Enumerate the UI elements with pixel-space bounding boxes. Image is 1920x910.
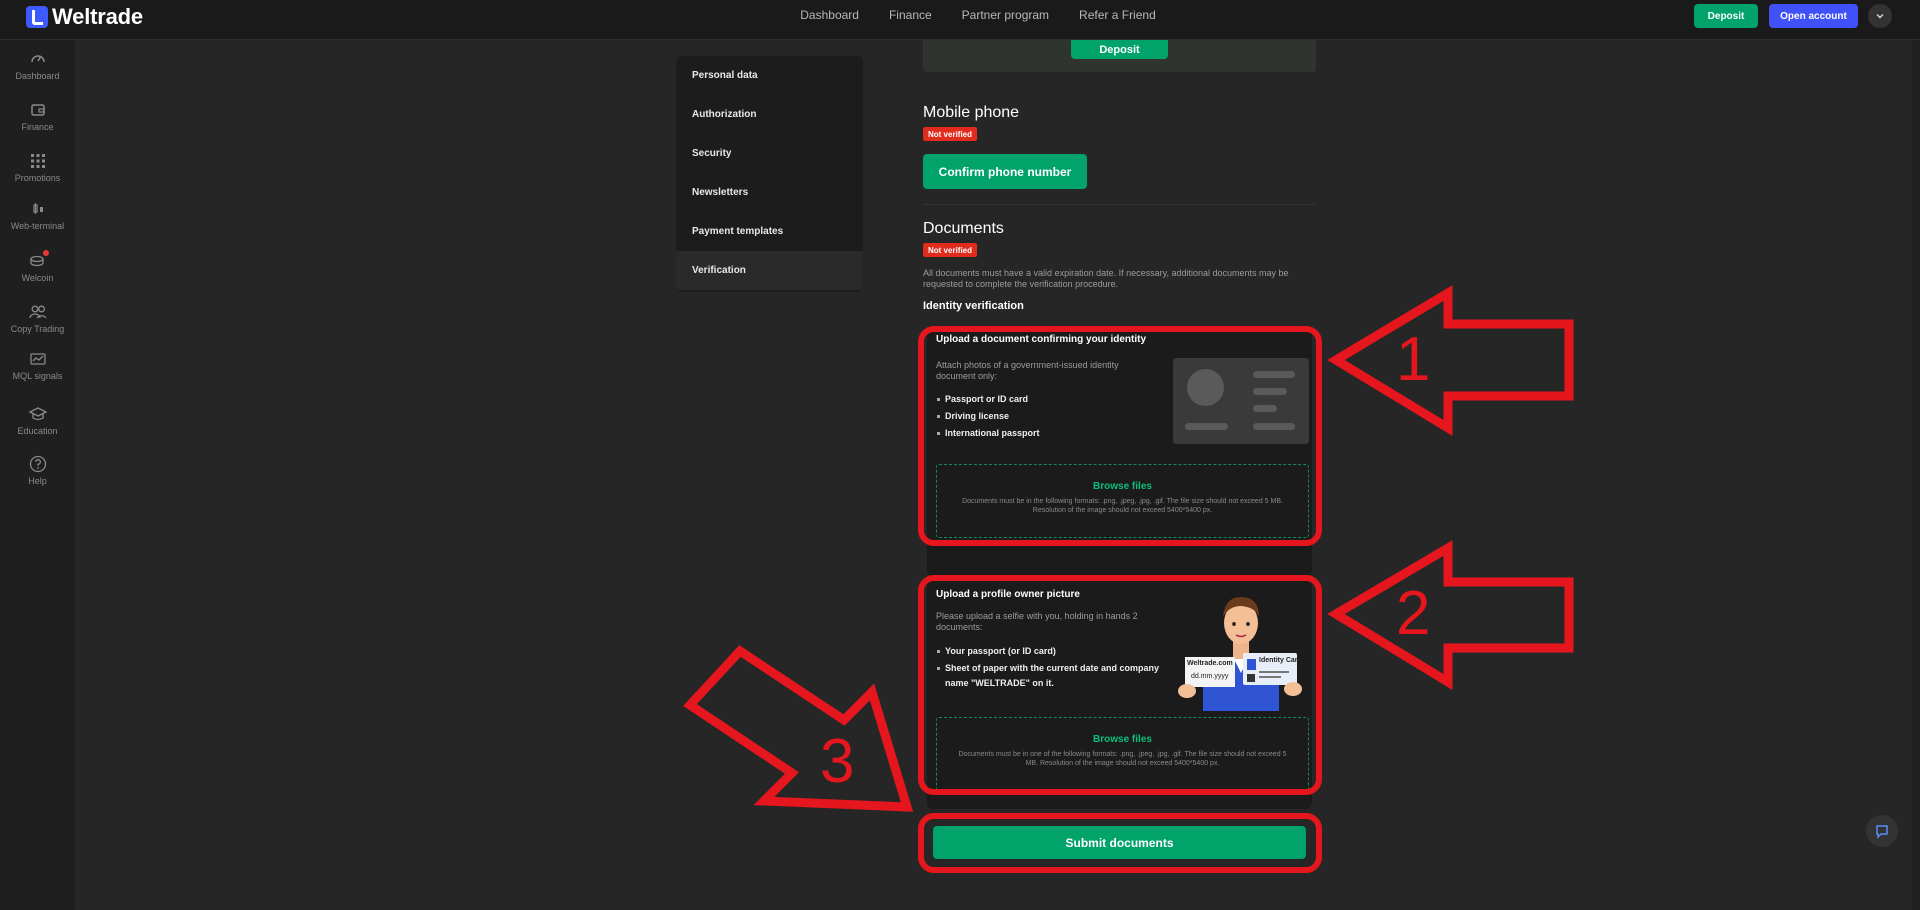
- chat-icon: [1876, 825, 1888, 839]
- mobile-phone-title: Mobile phone: [923, 104, 1020, 121]
- identity-document-list: Passport or ID card Driving license Inte…: [936, 392, 1166, 441]
- identity-verification-title: Identity verification: [923, 300, 1024, 312]
- list-item: International passport: [936, 426, 1166, 441]
- topnav-refer-a-friend[interactable]: Refer a Friend: [1079, 8, 1156, 22]
- notification-dot: [42, 250, 49, 256]
- sidebar-item-dashboard[interactable]: Dashboard: [0, 50, 75, 81]
- paper-sheet-date: dd.mm.yyyy: [1191, 673, 1229, 680]
- graduation-icon: [28, 405, 47, 423]
- dashboard-icon: [29, 50, 47, 68]
- identity-card-title: Upload a document confirming your identi…: [936, 334, 1147, 345]
- file-formats-note: Documents must be in one of the followin…: [958, 751, 1287, 767]
- topnav-dashboard[interactable]: Dashboard: [800, 8, 859, 22]
- menu-item-verification[interactable]: Verification: [676, 251, 863, 290]
- sidebar-item-label: Welcoin: [21, 273, 54, 283]
- browse-files-link[interactable]: Browse files: [1093, 481, 1152, 492]
- topnav-finance[interactable]: Finance: [889, 8, 932, 22]
- sidebar-item-label: Dashboard: [15, 71, 60, 81]
- chevron-down-icon: [1876, 14, 1884, 19]
- sidebar-item-label: Finance: [21, 122, 54, 132]
- text-line-placeholder: [1253, 405, 1277, 412]
- menu-item-authorization[interactable]: Authorization: [676, 95, 863, 134]
- signals-icon: [29, 350, 47, 368]
- annotation-number-1: 1: [1396, 325, 1430, 394]
- list-item: Passport or ID card: [936, 392, 1166, 407]
- wallet-icon: [29, 101, 47, 119]
- sidebar-item-education[interactable]: Education: [0, 405, 75, 436]
- menu-item-newsletters[interactable]: Newsletters: [676, 173, 863, 212]
- deposit-panel: Deposit: [923, 40, 1316, 72]
- text-line-placeholder: [1253, 423, 1295, 430]
- confirm-phone-button[interactable]: Confirm phone number: [923, 154, 1087, 189]
- id-card-illustration: [1173, 358, 1309, 444]
- sidebar-item-label: MQL signals: [12, 371, 63, 381]
- deposit-button[interactable]: Deposit: [1071, 40, 1168, 59]
- sidebar-item-welcoin[interactable]: Welcoin: [0, 250, 75, 283]
- annotation-arrow-1: [1327, 285, 1574, 436]
- text-line-placeholder: [1253, 371, 1295, 378]
- documents-note: All documents must have a valid expirati…: [923, 268, 1289, 289]
- file-formats-note: Documents must be in the following forma…: [962, 498, 1283, 514]
- selfie-card-title: Upload a profile owner picture: [936, 589, 1080, 600]
- user-menu-button[interactable]: [1868, 4, 1892, 28]
- menu-item-security[interactable]: Security: [676, 134, 863, 173]
- section-divider: [923, 204, 1316, 205]
- phone-status-badge: Not verified: [923, 127, 978, 141]
- selfie-document-list: Your passport (or ID card) Sheet of pape…: [936, 644, 1168, 691]
- selfie-card-description: Please upload a selfie with you, holding…: [936, 611, 1138, 632]
- users-icon: [28, 303, 47, 321]
- identity-dropzone[interactable]: Browse files Documents must be in the fo…: [936, 464, 1309, 538]
- submit-documents-button[interactable]: Submit documents: [933, 826, 1306, 859]
- chat-support-button[interactable]: [1866, 815, 1898, 847]
- sidebar-item-web-terminal[interactable]: Web-terminal: [0, 200, 75, 231]
- annotation-number-3: 3: [820, 727, 854, 796]
- list-item: Sheet of paper with the current date and…: [936, 661, 1168, 691]
- annotation-arrow-3: [683, 645, 914, 812]
- open-account-button[interactable]: Open account: [1769, 4, 1858, 28]
- avatar-placeholder: [1187, 369, 1224, 406]
- browse-files-link[interactable]: Browse files: [1093, 734, 1152, 745]
- selfie-dropzone[interactable]: Browse files Documents must be in one of…: [936, 717, 1309, 791]
- menu-item-payment-templates[interactable]: Payment templates: [676, 212, 863, 251]
- text-line-placeholder: [1253, 388, 1287, 395]
- documents-title: Documents: [923, 220, 1004, 237]
- settings-menu: Personal data Authorization Security New…: [676, 56, 863, 292]
- list-item: Driving license: [936, 409, 1166, 424]
- sidebar-item-label: Help: [28, 476, 47, 486]
- grid-icon: [29, 152, 47, 170]
- selfie-upload-card: Upload a profile owner picture Please up…: [927, 581, 1312, 809]
- text-line-placeholder: [1185, 423, 1228, 430]
- left-sidebar: Dashboard Finance Promotions Web-termina…: [0, 40, 75, 910]
- page-scrollbar[interactable]: [1912, 40, 1920, 910]
- header-deposit-button[interactable]: Deposit: [1694, 4, 1758, 28]
- annotation-arrow-2: [1327, 540, 1574, 690]
- sidebar-item-label: Web-terminal: [10, 221, 65, 231]
- sidebar-item-finance[interactable]: Finance: [0, 101, 75, 132]
- topnav-partner-program[interactable]: Partner program: [962, 8, 1049, 22]
- sidebar-item-help[interactable]: Help: [0, 455, 75, 486]
- help-icon: [29, 455, 47, 473]
- coins-icon: [29, 250, 49, 270]
- id-card-label: Identity Card: [1259, 657, 1302, 664]
- sidebar-item-label: Education: [17, 426, 58, 436]
- sidebar-item-mql-signals[interactable]: MQL signals: [0, 350, 75, 381]
- sidebar-item-label: Promotions: [14, 173, 61, 183]
- identity-card-description: Attach photos of a government-issued ide…: [936, 360, 1119, 381]
- candles-icon: [29, 200, 47, 218]
- top-nav: Dashboard Finance Partner program Refer …: [0, 0, 1920, 30]
- selfie-person-illustration: Weltrade.com dd.mm.yyyy Identity Card: [1173, 587, 1309, 711]
- sidebar-item-promotions[interactable]: Promotions: [0, 152, 75, 183]
- top-bar: Weltrade Dashboard Finance Partner progr…: [0, 0, 1920, 40]
- annotation-number-2: 2: [1396, 579, 1430, 648]
- sidebar-item-label: Copy Trading: [10, 324, 65, 334]
- sidebar-item-copy-trading[interactable]: Copy Trading: [0, 303, 75, 334]
- list-item: Your passport (or ID card): [936, 644, 1168, 659]
- paper-sheet-text: Weltrade.com: [1187, 660, 1233, 667]
- identity-upload-card: Upload a document confirming your identi…: [927, 326, 1312, 576]
- documents-status-badge: Not verified: [923, 243, 978, 257]
- menu-item-personal-data[interactable]: Personal data: [676, 56, 863, 95]
